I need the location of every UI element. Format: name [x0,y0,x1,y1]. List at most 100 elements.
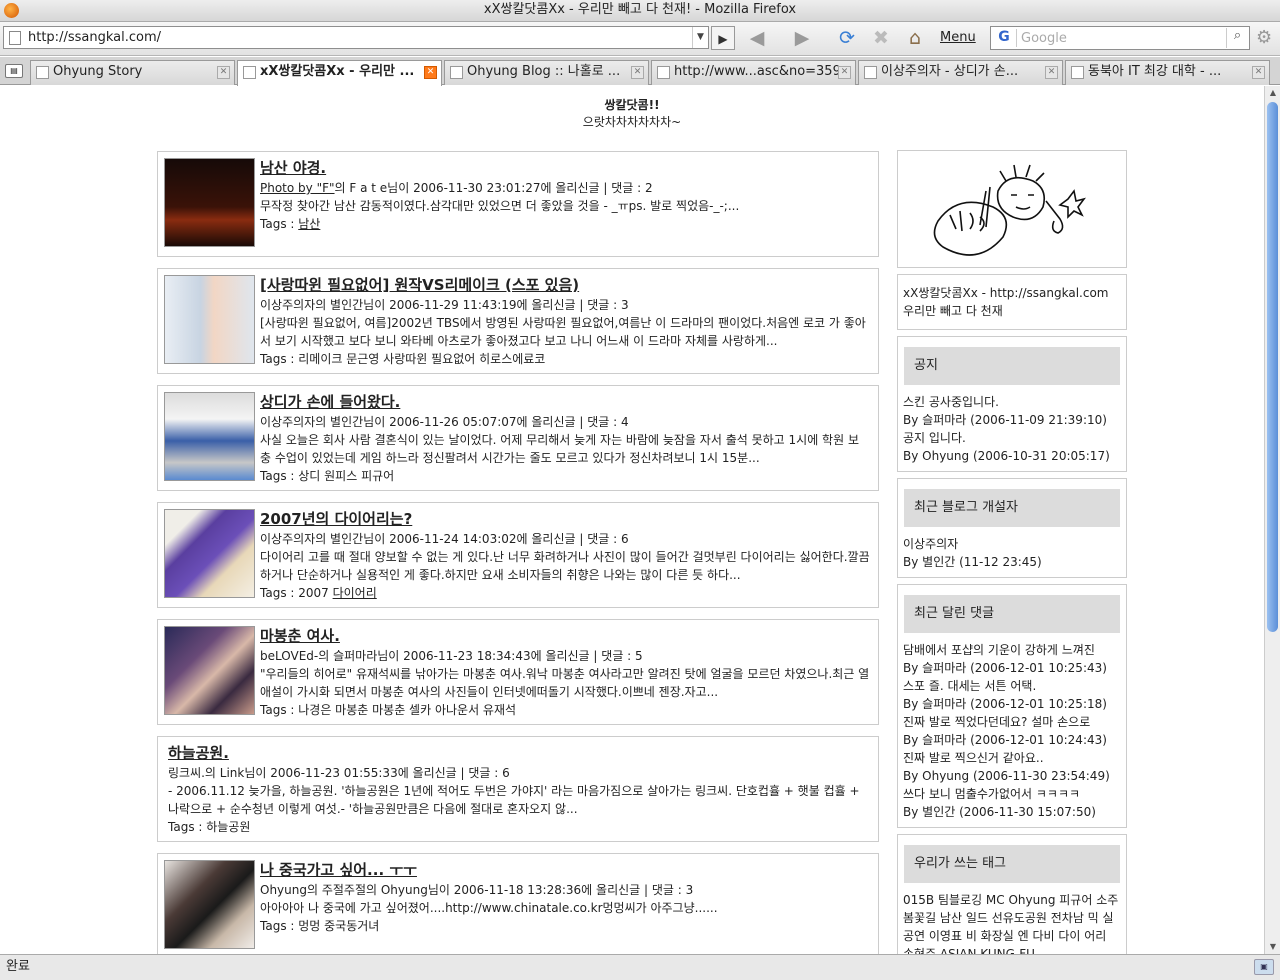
url-bar[interactable]: http://ssangkal.com/ ▼ [3,26,709,49]
post-thumbnail[interactable] [164,509,255,598]
comment-author: By Ohyung (2006-11-30 23:54:49) [903,769,1110,783]
page-icon [9,31,21,45]
post-title[interactable]: 하늘공원. [168,743,870,764]
post-title[interactable]: 남산 야경. [260,158,870,179]
close-tab-icon[interactable]: ✕ [838,66,851,79]
home-button[interactable]: ⌂ [902,26,928,50]
notice-item[interactable]: 공지 입니다. [903,429,1121,447]
tag-list[interactable]: 상디 원피스 피규어 [298,469,394,483]
tab-list-icon[interactable]: ▤ [5,64,23,78]
post-item: 남산 야경. Photo by "F"의 F a t e님이 2006-11-3… [157,151,879,257]
tag-list[interactable]: 멍멍 중국동거녀 [298,919,379,933]
post-thumbnail[interactable] [164,158,255,247]
scrollbar-thumb[interactable] [1267,102,1278,632]
back-button[interactable]: ◀ [744,26,770,50]
tab-university[interactable]: 동북아 IT 최강 대학 - ... ✕ [1065,60,1270,85]
tab-url[interactable]: http://www...asc&no=359 ✕ [651,60,856,85]
close-tab-icon[interactable]: ✕ [424,66,437,79]
post-title[interactable]: 상디가 손에 들어왔다. [260,392,870,413]
search-box[interactable]: G Google ⌕ [990,26,1250,50]
post-title[interactable]: 나 중국가고 싶어... ㅜㅜ [260,860,870,881]
post-tags: Tags : 상디 원피스 피규어 [260,467,870,485]
tab-ohyung-blog[interactable]: Ohyung Blog :: 나홀로 ... ✕ [444,60,649,85]
close-tab-icon[interactable]: ✕ [217,66,230,79]
comment-item[interactable]: 진짜 발로 찍었다던데요? 설마 손으로 [903,713,1121,731]
site-info-line: 우리만 빼고 다 천재 [903,304,1003,318]
post-thumbnail[interactable] [164,275,255,364]
comment-item[interactable]: 쓰다 보니 멈출수가없어서 ㅋㅋㅋㅋ [903,785,1121,803]
comment-item[interactable]: 진짜 발로 찍으신거 같아요.. [903,749,1121,767]
post-tags: Tags : 나경은 마봉춘 마봉춘 셀카 아나운서 유재석 [260,701,870,719]
post-title[interactable]: 2007년의 다이어리는? [260,509,870,530]
tab-label: 이상주의자 - 상디가 손... [881,64,1019,79]
search-placeholder: Google [1021,31,1067,46]
post-item: 2007년의 다이어리는? 이상주의자의 별인간님이 2006-11-24 14… [157,502,879,608]
tab-ohyung-story[interactable]: Ohyung Story ✕ [30,60,235,85]
gear-icon[interactable]: ⚙ [1256,27,1272,48]
url-dropdown-icon[interactable]: ▼ [692,27,708,48]
photo-credit-link[interactable]: Photo by "F" [260,181,335,195]
post-thumbnail[interactable] [164,392,255,481]
site-subtitle: 으랏차차차차차차~ [582,115,682,129]
search-icon[interactable]: ⌕ [1226,28,1248,48]
post-tags: Tags : 멍멍 중국동거녀 [260,917,870,935]
tag-list[interactable]: 나경은 마봉춘 마봉춘 셀카 아나운서 유재석 [298,703,516,717]
security-icon[interactable]: ▣ [1254,959,1274,975]
tags-label: Tags : [260,469,299,483]
forward-button[interactable]: ▶ [789,26,815,50]
tag-cloud[interactable]: 015B 팀블로깅 MC Ohyung 피규어 소주 봄꽃길 남산 일드 선유도… [898,891,1126,954]
comment-item[interactable]: 담배에서 포샵의 기운이 강하게 느껴진 [903,641,1121,659]
post-item: 나 중국가고 싶어... ㅜㅜ Ohyung의 주절주절의 Ohyung님이 2… [157,853,879,954]
tab-idealist[interactable]: 이상주의자 - 상디가 손... ✕ [858,60,1063,85]
post-thumbnail[interactable] [164,860,255,949]
notice-item[interactable]: 스킨 공사중입니다. [903,393,1121,411]
go-button[interactable]: ▶ [711,26,735,50]
close-tab-icon[interactable]: ✕ [1045,66,1058,79]
post-tags: Tags : 2007 다이어리 [260,584,870,602]
tag-link[interactable]: 남산 [298,217,320,231]
blogger-item[interactable]: 이상주의자 [903,535,1121,553]
google-engine-icon[interactable]: G [992,29,1017,47]
post-meta: 이상주의자의 별인간님이 2006-11-29 11:43:19에 올리신글 |… [260,298,629,312]
status-bar: 완료 ▣ [0,954,1280,980]
post-item: 마봉춘 여사. beLOVEd-의 슬퍼마라님이 2006-11-23 18:3… [157,619,879,725]
stop-button[interactable]: ✖ [869,26,893,50]
comment-item[interactable]: 스포 즐. 대세는 서튼 어택. [903,677,1121,695]
navigation-toolbar: http://ssangkal.com/ ▼ ▶ ◀ ▶ ⟳ ✖ ⌂ Menu … [0,22,1280,56]
comment-author: By 슬퍼마라 (2006-12-01 10:25:43) [903,661,1107,675]
tab-label: xX쌍칼닷콤Xx - 우리만 ... [260,64,415,79]
notice-box: 공지 스킨 공사중입니다. By 슬퍼마라 (2006-11-09 21:39:… [897,336,1127,472]
ssangkal-doodle-logo [933,164,1086,256]
notice-author: By 슬퍼마라 (2006-11-09 21:39:10) [903,413,1107,427]
vertical-scrollbar[interactable]: ▲ ▼ [1264,86,1280,954]
post-summary: 아아아아 나 중국에 가고 싶어졌어....http://www.chinata… [260,901,718,915]
post-summary: 무작정 찾아간 남산 감동적이였다.삼각대만 있었으면 더 좋았을 것을 - _… [260,199,740,213]
post-item: 하늘공원. 링크씨.의 Link님이 2006-11-23 01:55:33에 … [157,736,879,842]
close-tab-icon[interactable]: ✕ [1252,66,1265,79]
notice-header: 공지 [904,347,1120,385]
tag-list[interactable]: 리메이크 문근영 사랑따윈 필요없어 히로스에료코 [298,352,545,366]
site-info-line[interactable]: xX쌍칼닷콤Xx - http://ssangkal.com [903,284,1121,302]
post-thumbnail[interactable] [164,626,255,715]
url-text[interactable]: http://ssangkal.com/ [28,30,161,45]
post-title[interactable]: 마봉춘 여사. [260,626,870,647]
tab-label: Ohyung Story [53,64,143,79]
post-item: 상디가 손에 들어왔다. 이상주의자의 별인간님이 2006-11-26 05:… [157,385,879,491]
tags-label: Tags : [260,217,299,231]
window-title: xX쌍칼닷콤Xx - 우리만 빼고 다 천재! - Mozilla Firefo… [483,2,797,17]
tab-favicon [450,66,463,79]
tag-link[interactable]: 다이어리 [333,586,377,600]
tab-ssangkal[interactable]: xX쌍칼닷콤Xx - 우리만 ... ✕ [237,60,442,86]
close-tab-icon[interactable]: ✕ [631,66,644,79]
scroll-up-icon[interactable]: ▲ [1266,86,1280,100]
menu-button[interactable]: Menu [940,30,976,45]
tab-favicon [864,66,877,79]
reload-button[interactable]: ⟳ [834,26,860,50]
blogger-author: By 별인간 (11-12 23:45) [903,555,1042,569]
post-title[interactable]: [사랑따윈 필요없어] 원작VS리메이크 (스포 있음) [260,275,870,296]
tag-list[interactable]: 하늘공원 [206,820,250,834]
tab-label: 동북아 IT 최강 대학 - ... [1088,64,1222,79]
scroll-down-icon[interactable]: ▼ [1266,940,1280,954]
post-tags: Tags : 리메이크 문근영 사랑따윈 필요없어 히로스에료코 [260,350,870,368]
post-meta: 링크씨.의 Link님이 2006-11-23 01:55:33에 올리신글 |… [168,766,510,780]
